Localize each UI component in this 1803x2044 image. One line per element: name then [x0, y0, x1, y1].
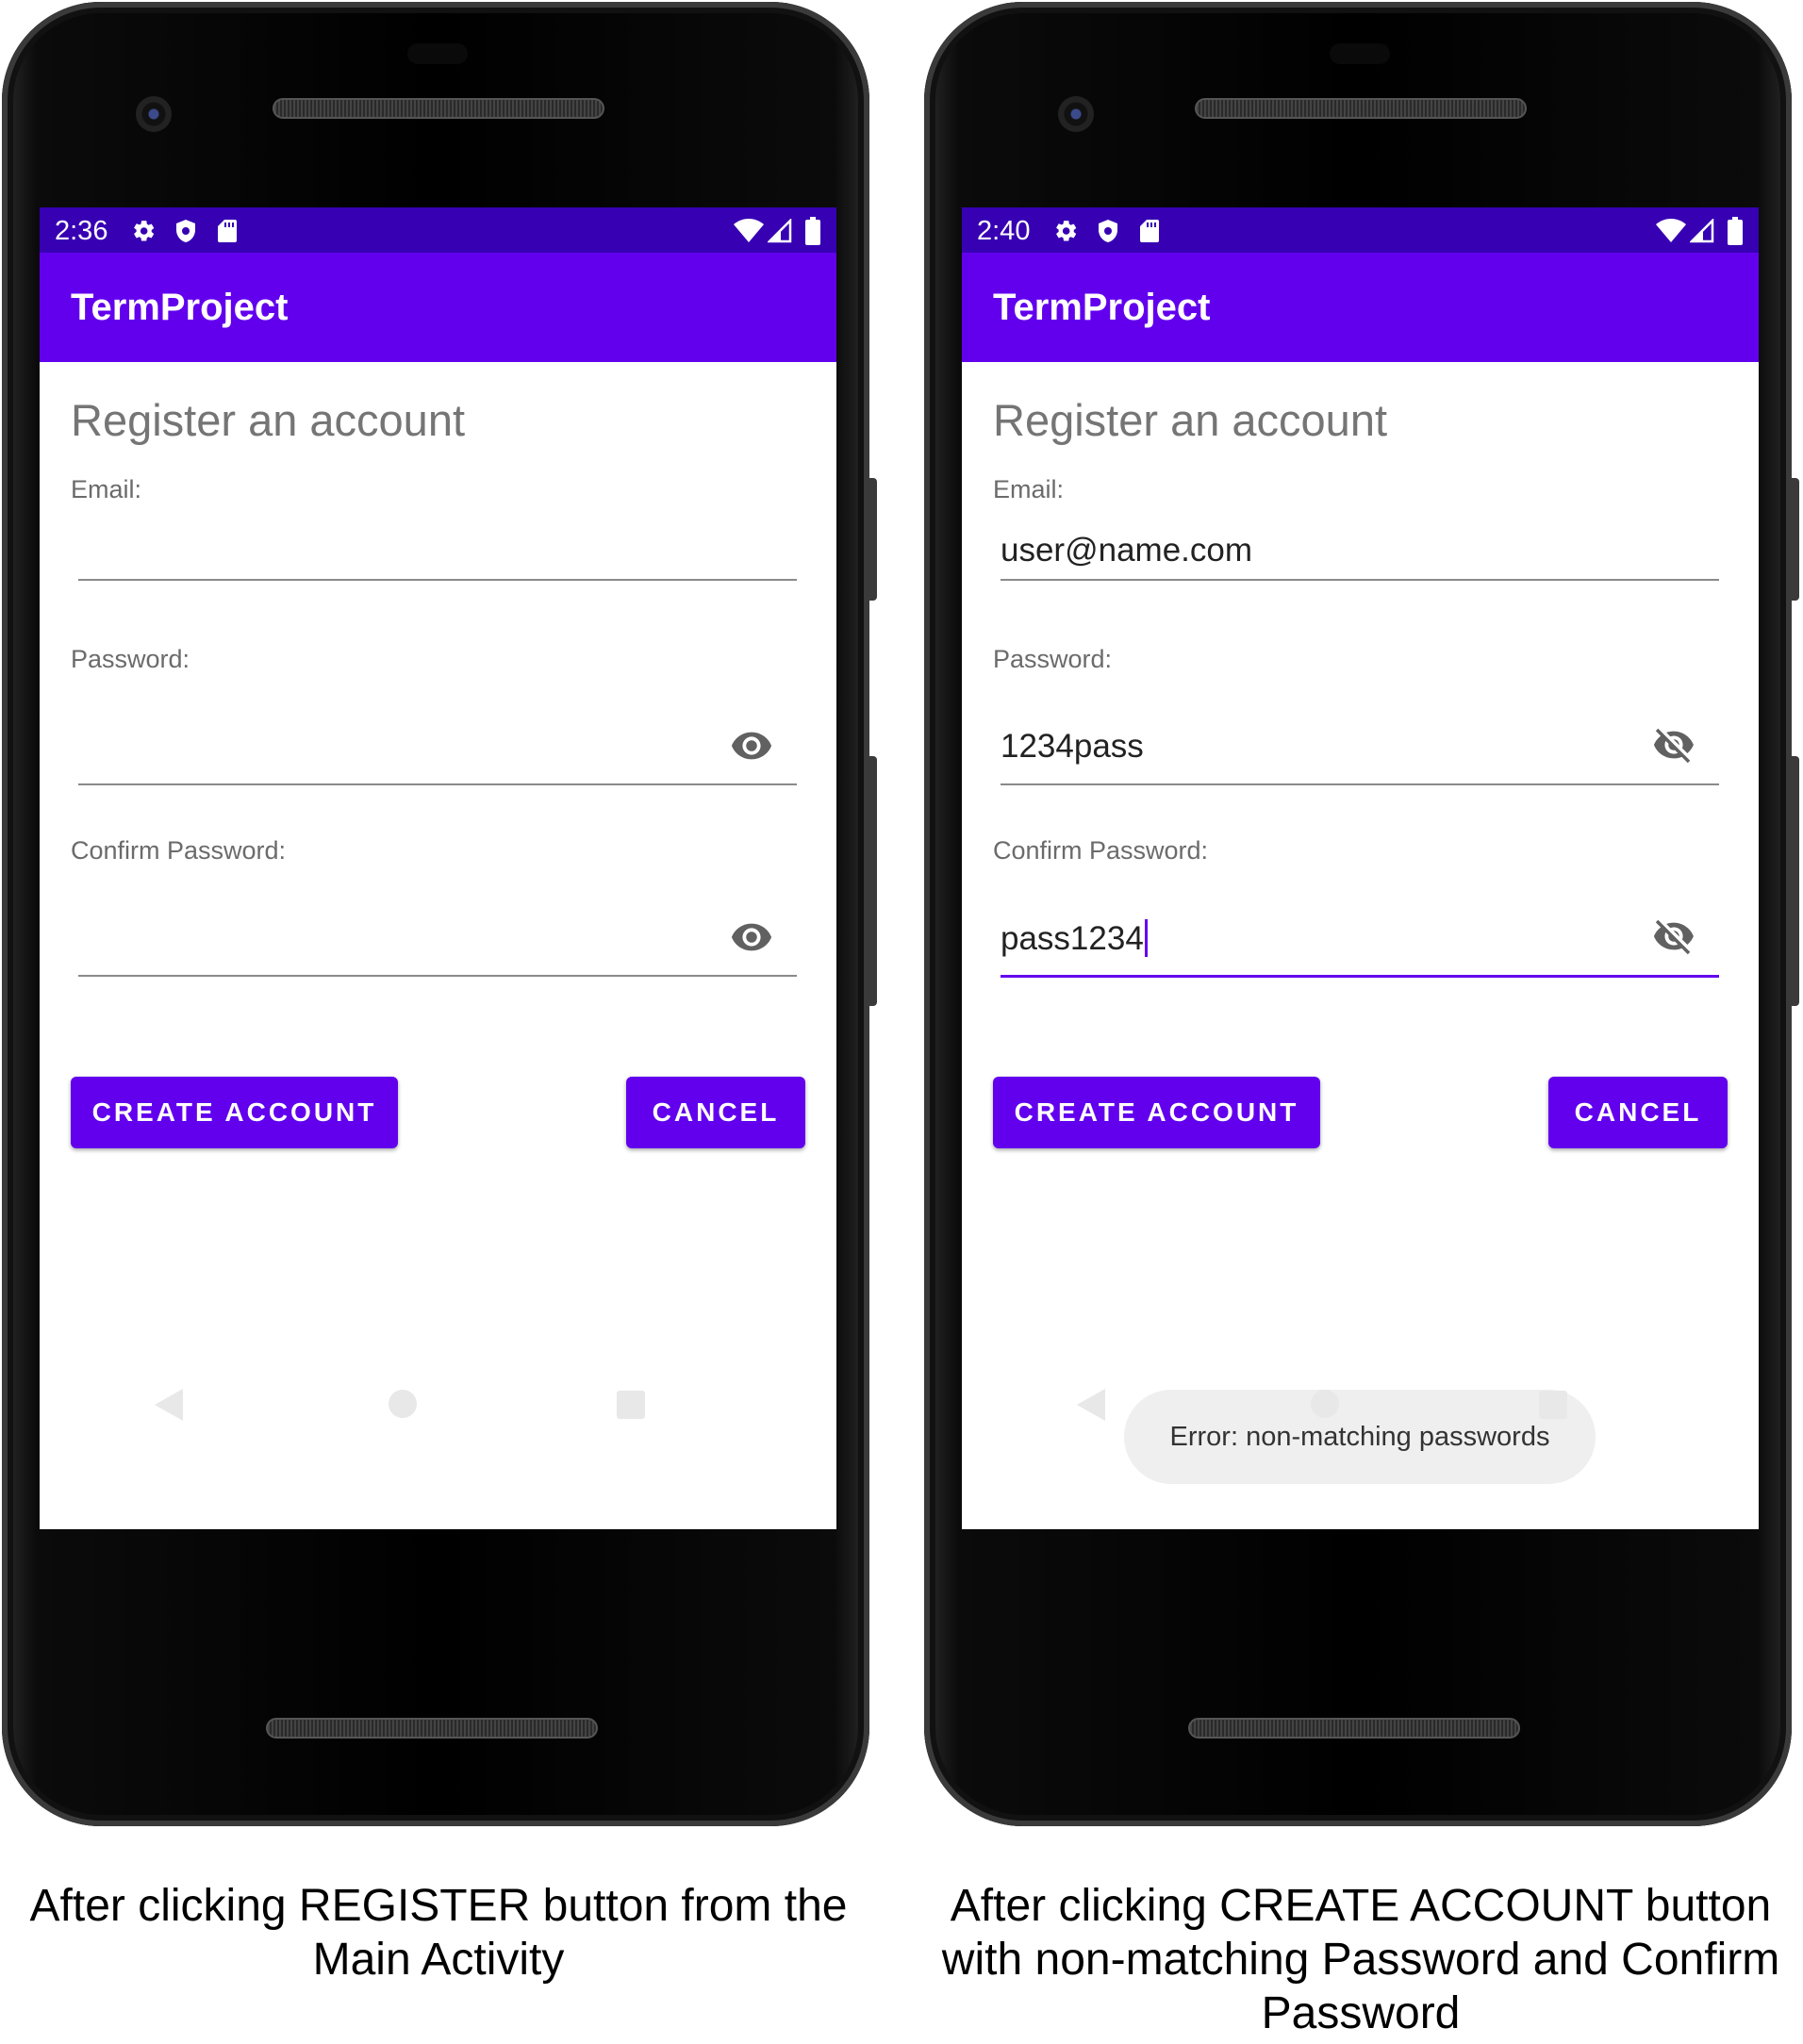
recents-nav-icon[interactable] — [1539, 1391, 1567, 1419]
volume-button — [868, 756, 877, 1006]
panel-after: 2:40 TermProject Register an account Ema… — [922, 0, 1799, 2044]
bottom-speaker — [1188, 1718, 1520, 1739]
front-camera-icon — [136, 96, 172, 132]
email-field[interactable]: user@name.com — [1001, 522, 1719, 581]
email-label: Email: — [71, 475, 142, 503]
recents-nav-icon[interactable] — [617, 1391, 645, 1419]
back-nav-icon[interactable] — [155, 1389, 183, 1421]
phone-screen: 2:40 TermProject Register an account Ema… — [962, 207, 1759, 1529]
eye-icon[interactable] — [730, 915, 773, 959]
cancel-button[interactable]: CANCEL — [1548, 1077, 1728, 1148]
cell-signal-icon — [768, 219, 792, 243]
phone-frame: 2:36 TermProject Register an account Ema… — [2, 2, 877, 1826]
home-nav-icon[interactable] — [389, 1390, 417, 1418]
battery-icon — [1728, 217, 1743, 245]
confirm-password-value: pass1234 — [1001, 919, 1148, 958]
gear-icon — [134, 221, 155, 241]
back-nav-icon[interactable] — [1077, 1389, 1105, 1421]
confirm-password-text: pass1234 — [1001, 920, 1144, 957]
eye-off-icon[interactable] — [1652, 915, 1695, 959]
email-field[interactable] — [78, 522, 797, 581]
power-button — [868, 478, 877, 601]
register-form: Register an account Email: user@name.com… — [962, 362, 1759, 1529]
earpiece-speaker — [1195, 98, 1527, 119]
cell-signal-icon — [1690, 219, 1714, 243]
shield-icon — [1099, 220, 1117, 242]
caption: After clicking REGISTER button from the … — [29, 1881, 848, 1985]
status-time: 2:36 — [55, 216, 108, 246]
volume-button — [1790, 756, 1799, 1006]
page-title: Register an account — [71, 395, 466, 445]
proximity-sensor — [407, 43, 468, 64]
status-bar: 2:36 — [40, 207, 836, 253]
home-nav-icon[interactable] — [1311, 1390, 1339, 1418]
proximity-sensor — [1330, 43, 1390, 64]
app-bar: TermProject — [40, 253, 836, 362]
create-account-button[interactable]: CREATE ACCOUNT — [71, 1077, 398, 1148]
app-title: TermProject — [993, 287, 1211, 328]
create-account-button[interactable]: CREATE ACCOUNT — [993, 1077, 1320, 1148]
app-bar: TermProject — [962, 253, 1759, 362]
sd-card-icon — [1140, 220, 1159, 242]
confirm-password-field[interactable]: pass1234 — [1001, 883, 1719, 978]
confirm-password-label: Confirm Password: — [71, 836, 287, 865]
eye-icon[interactable] — [730, 724, 773, 767]
shield-icon — [176, 220, 195, 242]
bottom-speaker — [266, 1718, 598, 1739]
password-field[interactable]: 1234pass — [1001, 692, 1719, 785]
register-form: Register an account Email: Password: Con… — [40, 362, 836, 1529]
password-field[interactable] — [78, 692, 797, 785]
wifi-icon — [1656, 219, 1686, 242]
sd-card-icon — [218, 220, 237, 242]
password-label: Password: — [71, 645, 190, 673]
gear-icon — [1056, 221, 1077, 241]
phone-frame: 2:40 TermProject Register an account Ema… — [924, 2, 1799, 1826]
confirm-password-field[interactable] — [78, 883, 797, 977]
page-title: Register an account — [993, 395, 1388, 445]
error-toast: Error: non-matching passwords — [1124, 1390, 1596, 1484]
password-value: 1234pass — [1001, 728, 1144, 765]
confirm-password-label: Confirm Password: — [993, 836, 1209, 865]
front-camera-icon — [1058, 96, 1094, 132]
battery-icon — [805, 217, 820, 245]
status-bar: 2:40 — [962, 207, 1759, 253]
app-title: TermProject — [71, 287, 289, 328]
power-button — [1790, 478, 1799, 601]
wifi-icon — [734, 219, 764, 242]
text-cursor — [1144, 919, 1148, 957]
status-time: 2:40 — [977, 216, 1031, 246]
email-label: Email: — [993, 475, 1065, 503]
caption: After clicking CREATE ACCOUNT button wit… — [941, 1881, 1780, 2038]
earpiece-speaker — [273, 98, 604, 119]
email-value: user@name.com — [1001, 532, 1253, 569]
panel-before: 2:36 TermProject Register an account Ema… — [0, 0, 877, 2044]
eye-off-icon[interactable] — [1652, 724, 1695, 767]
cancel-button[interactable]: CANCEL — [626, 1077, 805, 1148]
password-label: Password: — [993, 645, 1113, 673]
phone-screen: 2:36 TermProject Register an account Ema… — [40, 207, 836, 1529]
